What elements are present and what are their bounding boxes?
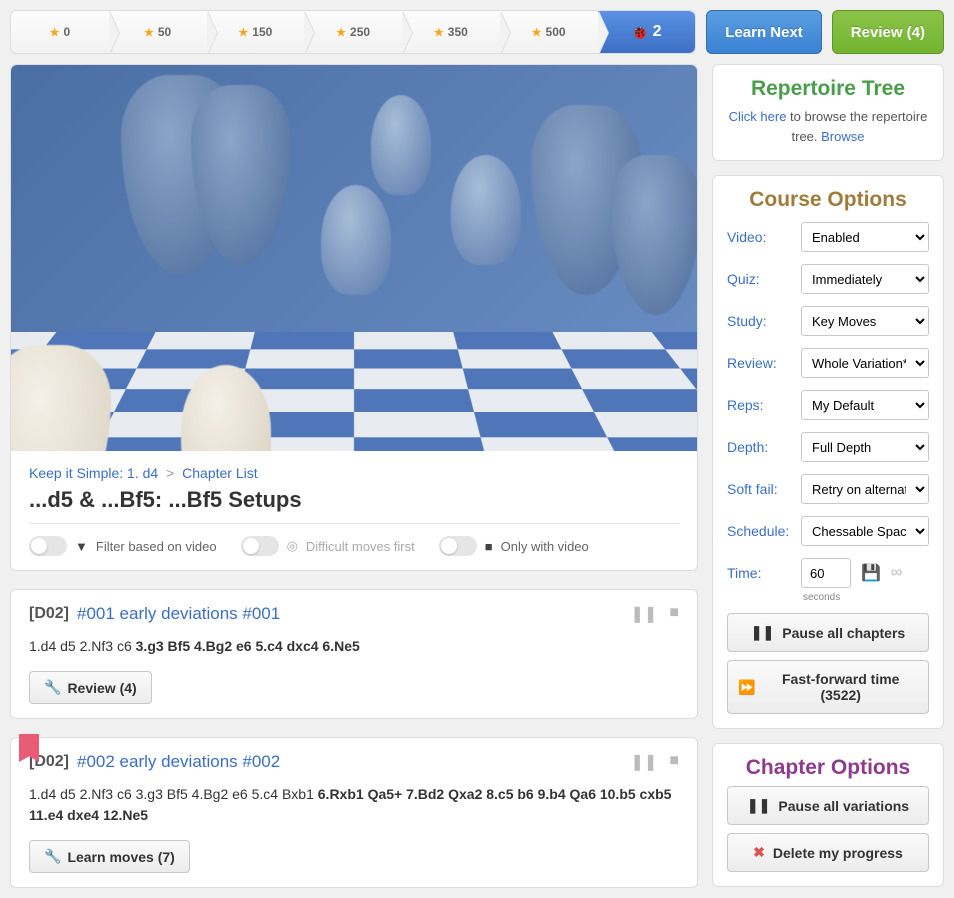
delete-icon: ✖ — [753, 844, 765, 861]
progress-step: ★500 — [500, 11, 598, 53]
repertoire-click-here-link[interactable]: Click here — [729, 109, 787, 124]
option-select[interactable]: Immediately — [801, 264, 929, 294]
variation-action-button[interactable]: 🔧Learn moves (7) — [29, 840, 190, 873]
variation-card: [D02] #001 early deviations #001 ❚❚ ■ 1.d4 d… — [10, 589, 698, 719]
breadcrumb-course-link[interactable]: Keep it Simple: 1. d4 — [29, 465, 158, 481]
option-select[interactable]: My Default — [801, 390, 929, 420]
option-label: Depth: — [727, 439, 801, 455]
variation-moves: 1.d4 d5 2.Nf3 c6 3.g3 Bf5 4.Bg2 e6 5.c4 … — [29, 784, 679, 826]
pause-all-variations-button[interactable]: ❚❚Pause all variations — [727, 786, 929, 825]
repertoire-tree-panel: Repertoire Tree Click here to browse the… — [712, 64, 944, 161]
option-label: Video: — [727, 229, 801, 245]
course-options-panel: Course Options Video:Enabled Quiz:Immedia… — [712, 175, 944, 729]
filter-difficult-label: Difficult moves first — [306, 539, 415, 554]
camera-icon[interactable]: ■ — [669, 604, 679, 624]
repertoire-tree-title: Repertoire Tree — [713, 65, 943, 107]
fast-forward-button[interactable]: ⏩Fast-forward time (3522) — [727, 660, 929, 714]
option-select[interactable]: Whole Variation* — [801, 348, 929, 378]
variation-title-link[interactable]: #001 early deviations #001 — [77, 604, 280, 624]
filter-difficult-toggle-row: ◎ Difficult moves first — [241, 536, 415, 556]
video-thumbnail[interactable] — [11, 65, 697, 451]
review-button[interactable]: Review (4) — [832, 10, 944, 54]
progress-bar: ★0 ★50 ★150 ★250 ★350 ★500 🐞2 — [10, 10, 696, 54]
chapter-title: ...d5 & ...Bf5: ...Bf5 Setups — [29, 487, 679, 513]
learn-next-button[interactable]: Learn Next — [706, 10, 822, 54]
filter-video-label: Filter based on video — [96, 539, 217, 554]
delete-progress-button[interactable]: ✖Delete my progress — [727, 833, 929, 872]
star-icon: ★ — [434, 26, 444, 39]
option-select[interactable]: Retry on alternat — [801, 474, 929, 504]
filter-only-video-toggle-row: ■ Only with video — [439, 536, 589, 556]
filter-only-video-label: Only with video — [501, 539, 589, 554]
pause-icon[interactable]: ❚❚ — [631, 752, 658, 772]
bug-icon: 🐞 — [631, 24, 648, 41]
repertoire-tree-text: Click here to browse the repertoire tree… — [713, 107, 943, 160]
pause-all-chapters-button[interactable]: ❚❚Pause all chapters — [727, 613, 929, 652]
progress-step-current[interactable]: 🐞2 — [598, 11, 696, 53]
progress-step: ★0 — [11, 11, 109, 53]
star-icon: ★ — [50, 26, 60, 39]
progress-step: ★250 — [304, 11, 402, 53]
option-label: Review: — [727, 355, 801, 371]
star-icon: ★ — [238, 26, 248, 39]
infinity-icon[interactable]: ∞ — [891, 564, 902, 582]
star-icon: ★ — [336, 26, 346, 39]
option-select[interactable]: Full Depth — [801, 432, 929, 462]
camera-icon: ■ — [485, 539, 493, 554]
fast-forward-icon: ⏩ — [738, 679, 755, 696]
option-label: Reps: — [727, 397, 801, 413]
filter-difficult-toggle[interactable] — [241, 536, 279, 556]
repertoire-browse-link[interactable]: Browse — [821, 129, 864, 144]
pause-icon[interactable]: ❚❚ — [631, 604, 658, 624]
camera-icon[interactable]: ■ — [669, 752, 679, 772]
option-select[interactable]: Chessable Spac — [801, 516, 929, 546]
pause-icon: ❚❚ — [751, 624, 774, 641]
filter-video-toggle-row: ▼ Filter based on video — [29, 536, 217, 556]
variation-action-button[interactable]: 🔧Review (4) — [29, 671, 152, 704]
time-input[interactable] — [801, 558, 851, 588]
star-icon: ★ — [532, 26, 542, 39]
option-label: Soft fail: — [727, 481, 801, 497]
option-label: Schedule: — [727, 523, 801, 539]
option-label-time: Time: — [727, 565, 801, 581]
star-icon: ★ — [144, 26, 154, 39]
video-header-card: Keep it Simple: 1. d4 > Chapter List ...… — [10, 64, 698, 571]
variation-moves: 1.d4 d5 2.Nf3 c6 3.g3 Bf5 4.Bg2 e6 5.c4 … — [29, 636, 679, 657]
seconds-label: seconds — [801, 592, 929, 603]
option-label: Quiz: — [727, 271, 801, 287]
chapter-options-title: Chapter Options — [713, 744, 943, 786]
eco-code: [D02] — [29, 605, 69, 623]
option-select[interactable]: Enabled — [801, 222, 929, 252]
wrench-icon: 🔧 — [44, 679, 61, 696]
breadcrumb: Keep it Simple: 1. d4 > Chapter List — [29, 465, 679, 481]
save-icon[interactable]: 💾 — [861, 563, 881, 583]
target-icon: ◎ — [287, 538, 298, 554]
chapter-options-panel: Chapter Options ❚❚Pause all variations ✖… — [712, 743, 944, 887]
course-options-title: Course Options — [713, 176, 943, 218]
filter-only-video-toggle[interactable] — [439, 536, 477, 556]
breadcrumb-chapter-list-link[interactable]: Chapter List — [182, 465, 257, 481]
variation-card: [D02]#002 early deviations #002❚❚■1.d4 d… — [10, 737, 698, 888]
option-select[interactable]: Key Moves — [801, 306, 929, 336]
pause-icon: ❚❚ — [747, 797, 770, 814]
wrench-icon: 🔧 — [44, 848, 61, 865]
progress-step: ★50 — [109, 11, 207, 53]
variation-title-link[interactable]: #002 early deviations #002 — [77, 752, 280, 772]
option-label: Study: — [727, 313, 801, 329]
filter-video-toggle[interactable] — [29, 536, 67, 556]
filter-icon: ▼ — [75, 539, 88, 554]
progress-step: ★350 — [402, 11, 500, 53]
progress-step: ★150 — [207, 11, 305, 53]
